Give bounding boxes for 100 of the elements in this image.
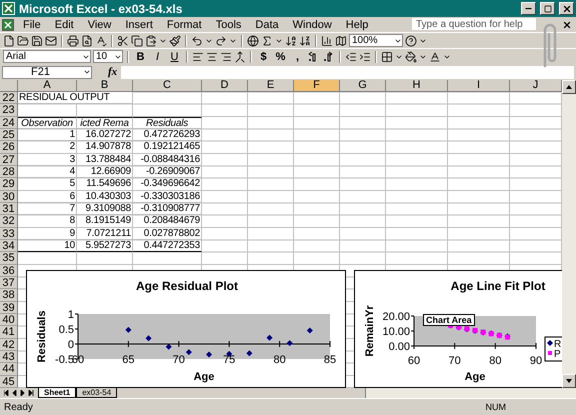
row-number[interactable]: 25 [0,128,18,142]
printer-icon[interactable] [67,34,79,46]
row-number[interactable]: 27 [0,154,18,166]
font-style-button[interactable]: I [150,50,165,64]
workbook-icon[interactable] [2,18,14,30]
row-number[interactable]: 36 [0,264,18,277]
column-header[interactable]: A [18,80,77,92]
borders-icon[interactable] [381,50,393,62]
fill-color-icon[interactable] [405,50,417,62]
column-header[interactable]: B [77,80,133,92]
menu-item[interactable]: Format [160,18,209,30]
chart-icon[interactable] [321,34,333,46]
merge-icon[interactable] [234,50,246,62]
row-number[interactable]: 23 [0,104,18,117]
column-header[interactable]: C [133,80,202,92]
menu-item[interactable]: Insert [118,18,160,30]
menu-item[interactable]: Edit [48,18,81,30]
row-number[interactable]: 43 [0,350,18,364]
column-header[interactable]: H [386,80,448,92]
paintbrush-icon[interactable] [169,34,181,46]
vertical-scrollbar[interactable] [562,80,576,388]
row-number[interactable]: 37 [0,276,18,290]
copy-icon[interactable] [131,34,143,46]
font-style-button[interactable]: B [133,50,148,64]
menu-item[interactable]: Help [338,18,376,30]
column-header[interactable]: G [340,80,386,92]
row-number[interactable]: 34 [0,240,18,252]
tab-navigation-icons[interactable] [4,390,34,396]
indent-decrease-icon[interactable] [345,50,357,62]
align-left-icon[interactable] [192,50,204,62]
row-number[interactable]: 44 [0,363,18,376]
column-header[interactable]: I [448,80,510,92]
row-number[interactable]: 35 [0,252,18,265]
row-number[interactable]: 22 [0,92,18,104]
font-dropdown[interactable]: Arial [3,50,91,63]
name-box[interactable]: F21 [2,66,92,78]
sheet-tab[interactable]: ex03-54 [76,388,118,398]
map-icon[interactable] [335,34,347,46]
spell-check-icon[interactable] [95,34,107,46]
restore-button[interactable] [540,2,555,15]
cut-icon[interactable] [117,34,129,46]
menu-item[interactable]: View [80,18,118,30]
new-file-icon[interactable] [3,34,15,46]
sort-descending-icon[interactable] [299,34,311,46]
print-preview-icon[interactable] [81,34,93,46]
help-icon[interactable] [405,34,417,46]
column-header[interactable]: J [510,80,562,92]
paste-icon[interactable] [145,34,157,46]
sheet-tab[interactable]: Sheet1 [38,388,76,398]
close-icon[interactable] [562,20,572,30]
number-format-button[interactable]: % [273,50,288,64]
font-size-dropdown[interactable]: 10 [93,50,123,63]
insert-function-label[interactable]: fx [108,66,118,78]
number-format-button[interactable]: $ [256,50,271,64]
globe-icon[interactable] [247,34,259,46]
row-number[interactable]: 33 [0,228,18,240]
align-center-icon[interactable] [206,50,218,62]
save-icon[interactable] [31,34,43,46]
indent-increase-icon[interactable] [359,50,371,62]
row-number[interactable]: 40 [0,314,18,326]
close-button[interactable] [559,2,574,15]
sort-ascending-icon[interactable] [285,34,297,46]
row-number[interactable]: 31 [0,202,18,216]
font-style-button[interactable]: U [167,50,182,64]
redo-icon[interactable] [215,34,227,46]
number-format-button[interactable]: , [290,50,305,64]
y-tick-label: 0.00 [388,341,410,353]
row-number[interactable]: 42 [0,338,18,351]
row-number[interactable]: 26 [0,141,18,154]
menu-item[interactable]: Data [248,18,286,30]
align-right-icon[interactable] [220,50,232,62]
row-number[interactable]: 39 [0,302,18,314]
column-header[interactable]: D [202,80,248,92]
mail-icon[interactable] [45,34,57,46]
row-number[interactable]: 30 [0,190,18,203]
menu-item[interactable]: File [16,18,48,30]
menu-item[interactable]: Window [286,18,339,30]
row-number[interactable]: 45 [0,376,18,388]
select-all-corner[interactable] [0,80,18,92]
column-header[interactable]: F [294,80,340,92]
row-number[interactable]: 32 [0,215,18,228]
row-number[interactable]: 38 [0,289,18,302]
column-header[interactable]: E [248,80,294,92]
font-color-icon[interactable] [429,50,441,62]
sum-icon[interactable] [261,34,273,46]
row-number[interactable]: 41 [0,326,18,339]
decimal-decrease-icon[interactable] [322,50,335,62]
formula-field[interactable] [121,66,574,78]
help-question-field[interactable]: Type a question for help [412,18,536,30]
row-number[interactable]: 29 [0,178,18,191]
minimize-button[interactable] [521,2,536,15]
up-arrow-icon[interactable] [566,85,572,89]
folder-icon[interactable] [17,34,29,46]
down-arrow-icon[interactable] [566,379,572,383]
undo-icon[interactable] [191,34,203,46]
row-number[interactable]: 28 [0,166,18,178]
zoom-dropdown[interactable]: 100% [349,34,403,47]
row-number[interactable]: 24 [0,116,18,129]
menu-item[interactable]: Tools [208,18,248,30]
horizontal-scrollbar[interactable] [365,388,576,398]
